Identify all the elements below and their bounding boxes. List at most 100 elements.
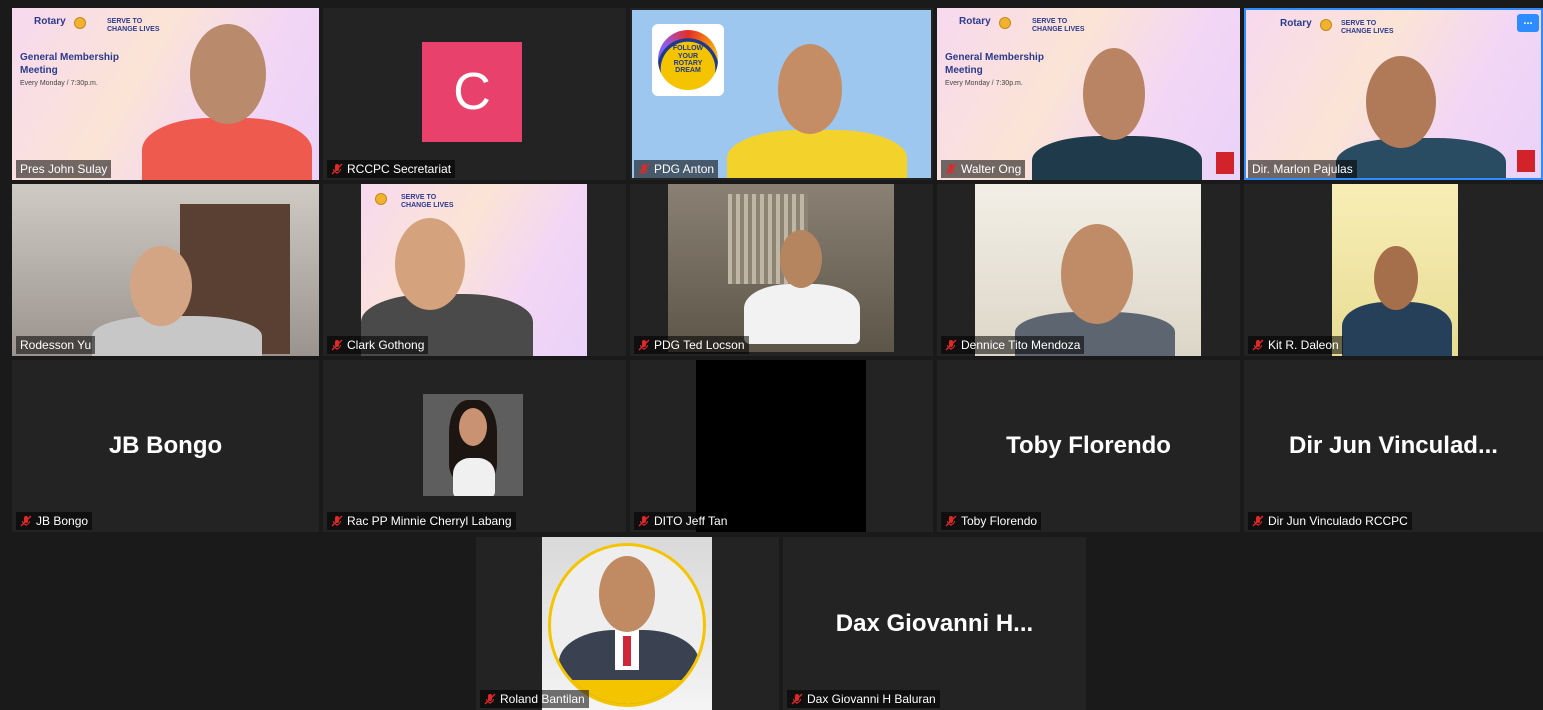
rotary-brand-text: Rotary	[34, 16, 66, 27]
video-feed: FOLLOW YOUR ROTARY DREAM	[632, 10, 931, 178]
rotary-wheel-icon	[1320, 19, 1332, 31]
end-polio-badge	[1517, 150, 1535, 172]
participant-tile-jb-bongo[interactable]: JB Bongo JB Bongo	[12, 360, 319, 532]
video-feed	[1332, 184, 1458, 356]
person-body	[1032, 136, 1202, 180]
muted-mic-icon	[331, 339, 343, 351]
more-options-button[interactable]: ...	[1517, 14, 1539, 32]
participant-name-tag: Dir. Marlon Pajulas	[1248, 160, 1357, 178]
muted-mic-icon	[945, 339, 957, 351]
participant-tile-kit-r-daleon[interactable]: Kit R. Daleon	[1244, 184, 1543, 356]
participant-tile-walter-ong[interactable]: Rotary SERVE TO CHANGE LIVES General Mem…	[937, 8, 1240, 180]
participant-name: Roland Bantilan	[500, 692, 585, 706]
poster-text: FOLLOW YOUR ROTARY DREAM	[672, 45, 704, 75]
person-head	[459, 408, 487, 446]
person-head	[130, 246, 192, 326]
video-feed: Rotary SERVE TO CHANGE LIVES General Mem…	[12, 8, 319, 180]
person-body	[1342, 302, 1452, 356]
person-head	[599, 556, 655, 632]
person-body	[727, 130, 907, 178]
muted-mic-icon	[945, 163, 957, 175]
participant-name-tag: Rodesson Yu	[16, 336, 96, 354]
participant-name-tag: Dennice Tito Mendoza	[941, 336, 1085, 354]
participant-name-tag: Roland Bantilan	[480, 690, 589, 708]
avatar-letter: C	[453, 63, 491, 121]
participant-tile-pdg-anton[interactable]: FOLLOW YOUR ROTARY DREAM PDG Anton	[630, 8, 933, 180]
person-head	[395, 218, 465, 310]
participant-name-tag: PDG Ted Locson	[634, 336, 749, 354]
avatar: C	[422, 42, 522, 142]
participant-tile-roland-bantilan[interactable]: Roland Bantilan	[476, 537, 779, 710]
serve-slogan: SERVE TO CHANGE LIVES	[107, 18, 160, 33]
participant-name: Dennice Tito Mendoza	[961, 338, 1081, 352]
rotary-logo: Rotary	[1280, 18, 1312, 30]
participant-name: Kit R. Daleon	[1268, 338, 1339, 352]
video-feed	[668, 184, 894, 352]
participant-name-tag: Rac PP Minnie Cherryl Labang	[327, 512, 516, 530]
participant-name-tag: DITO Jeff Tan	[634, 512, 732, 530]
person-head	[780, 230, 822, 288]
participant-tile-pres-john-sulay[interactable]: Rotary SERVE TO CHANGE LIVES General Mem…	[12, 8, 319, 180]
person-body	[92, 316, 262, 356]
rotary-dream-poster: FOLLOW YOUR ROTARY DREAM	[652, 24, 724, 96]
muted-mic-icon	[945, 515, 957, 527]
rotary-logo: Rotary	[959, 16, 991, 28]
participant-tile-dir-marlon-pajulas[interactable]: Rotary SERVE TO CHANGE LIVES ... Dir. Ma…	[1244, 8, 1543, 180]
video-feed	[12, 184, 319, 356]
person-body	[142, 118, 312, 180]
meeting-schedule: Every Monday / 7:30p.m.	[20, 80, 98, 87]
participant-name: Dir Jun Vinculado RCCPC	[1268, 514, 1408, 528]
participant-name: DITO Jeff Tan	[654, 514, 728, 528]
person-head	[190, 24, 266, 124]
participant-display-name: Toby Florendo	[1006, 432, 1171, 459]
meeting-title: General Membership Meeting Every Monday /…	[20, 52, 130, 90]
muted-mic-icon	[20, 515, 32, 527]
muted-mic-icon	[1252, 515, 1264, 527]
participant-tile-rodesson-yu[interactable]: Rodesson Yu	[12, 184, 319, 356]
muted-mic-icon	[638, 339, 650, 351]
participant-name-tag: Kit R. Daleon	[1248, 336, 1343, 354]
rotary-brand-text: Rotary	[1280, 18, 1312, 29]
person-body	[453, 458, 495, 496]
participant-tile-dito-jeff-tan[interactable]: DITO Jeff Tan	[630, 360, 933, 532]
person-body	[744, 284, 860, 344]
meeting-schedule: Every Monday / 7:30p.m.	[945, 80, 1023, 87]
participant-tile-dennice-tito-mendoza[interactable]: Dennice Tito Mendoza	[937, 184, 1240, 356]
video-feed: Rotary SERVE TO CHANGE LIVES	[1246, 10, 1541, 178]
circular-portrait	[548, 543, 706, 707]
participant-display-name: Dax Giovanni H...	[835, 609, 1034, 637]
participant-name-tag: Dir Jun Vinculado RCCPC	[1248, 512, 1412, 530]
muted-mic-icon	[331, 515, 343, 527]
poster-circle: FOLLOW YOUR ROTARY DREAM	[658, 30, 718, 90]
meeting-title-text: General Membership Meeting	[20, 52, 119, 76]
participant-tile-rac-pp-minnie-cherryl-labang[interactable]: Rac PP Minnie Cherryl Labang	[323, 360, 626, 532]
muted-mic-icon	[638, 163, 650, 175]
participant-name: JB Bongo	[36, 514, 89, 528]
profile-picture	[542, 537, 712, 710]
participant-tile-dax-giovanni-h-baluran[interactable]: Dax Giovanni H... Dax Giovanni H Baluran	[783, 537, 1086, 710]
meeting-title: General Membership Meeting Every Monday /…	[945, 52, 1055, 90]
person-head	[1366, 56, 1436, 148]
rotary-logo: Rotary	[34, 16, 66, 28]
participant-name-tag: Clark Gothong	[327, 336, 429, 354]
person-head	[1083, 48, 1145, 140]
person-head	[1061, 224, 1133, 324]
participant-tile-clark-gothong[interactable]: SERVE TO CHANGE LIVES Clark Gothong	[323, 184, 626, 356]
participant-name: Walter Ong	[961, 162, 1022, 176]
participant-tile-pdg-ted-locson[interactable]: PDG Ted Locson	[630, 184, 933, 356]
rotary-wheel-icon	[74, 17, 86, 29]
participant-display-name: Dir Jun Vinculad...	[1289, 432, 1498, 459]
video-feed: Rotary SERVE TO CHANGE LIVES General Mem…	[937, 8, 1240, 180]
muted-mic-icon	[791, 693, 803, 705]
participant-name: Dir. Marlon Pajulas	[1252, 162, 1353, 176]
participant-name: Rodesson Yu	[20, 338, 92, 352]
meeting-title-text: General Membership Meeting	[945, 52, 1044, 76]
participant-tile-rccpc-secretariat[interactable]: C RCCPC Secretariat	[323, 8, 626, 180]
person-head	[1374, 246, 1418, 310]
participant-tile-toby-florendo[interactable]: Toby Florendo Toby Florendo	[937, 360, 1240, 532]
rotary-wheel-icon	[375, 193, 387, 205]
participant-name-tag: JB Bongo	[16, 512, 93, 530]
rotary-brand-text: Rotary	[959, 16, 991, 27]
participant-tile-dir-jun-vinculado[interactable]: Dir Jun Vinculad... Dir Jun Vinculado RC…	[1244, 360, 1543, 532]
person-body	[1336, 138, 1506, 178]
